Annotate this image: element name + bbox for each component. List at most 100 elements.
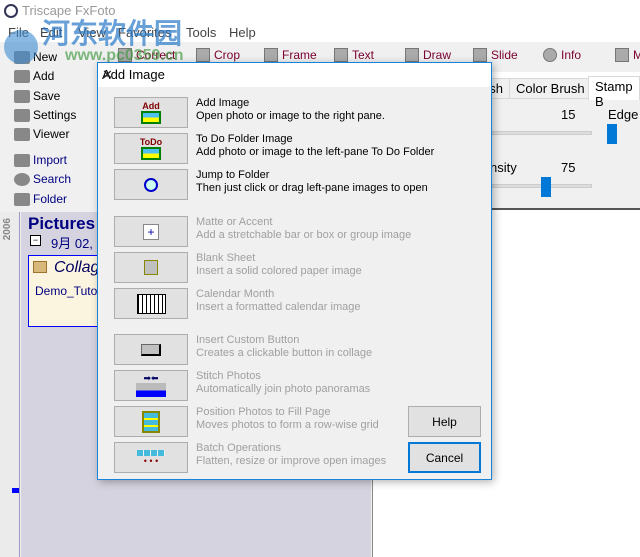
date-label: 9月 02, [51, 236, 93, 251]
size-value: 15 [561, 107, 576, 122]
blank-sheet-button[interactable] [114, 252, 188, 283]
tool-frame[interactable]: Frame [264, 48, 317, 62]
row-matte: + Matte or Accent Add a stretchable bar o… [114, 216, 484, 248]
row-title: To Do Folder Image [196, 133, 293, 145]
sidebar-settings[interactable]: Settings [14, 108, 76, 122]
matte-icon: + [143, 223, 159, 240]
tool-label: Frame [282, 48, 317, 62]
row-title: Add Image [196, 97, 250, 109]
frame-icon [264, 48, 278, 62]
collapse-toggle[interactable]: − [30, 235, 41, 246]
density-slider-thumb[interactable] [541, 177, 551, 197]
sidebar-search[interactable]: Search [14, 172, 71, 186]
matte-button[interactable]: + [114, 216, 188, 247]
sidebar-viewer[interactable]: Viewer [14, 127, 69, 141]
menu-tools[interactable]: Tools [186, 25, 216, 40]
stitch-button[interactable]: ➡⬅ [114, 370, 188, 401]
binoculars-icon [14, 127, 30, 141]
pencil-icon [405, 48, 419, 62]
timeline-year: 2006 [2, 218, 13, 241]
row-desc: Insert a formatted calendar image [196, 301, 361, 313]
sidebar-label: Settings [33, 108, 77, 122]
tool-text[interactable]: Text [334, 48, 374, 62]
watermark-logo [4, 30, 38, 64]
tool-more[interactable]: M [615, 48, 640, 62]
density-label: nsity [490, 160, 517, 175]
row-title: Stitch Photos [196, 370, 261, 382]
row-title: Matte or Accent [196, 216, 273, 228]
tool-draw[interactable]: Draw [405, 48, 451, 62]
position-button[interactable] [114, 406, 188, 437]
row-title: Batch Operations [196, 442, 281, 454]
arrows-icon: ➡⬅ [143, 373, 159, 383]
grid-icon [142, 410, 160, 433]
tool-crop[interactable]: Crop [196, 48, 240, 62]
sidebar: New Add Save Settings Viewer Import Sear… [0, 50, 95, 210]
row-calendar: Calendar Month Insert a formatted calenda… [114, 288, 484, 320]
tool-slide[interactable]: Slide [473, 48, 518, 62]
timeline-marker[interactable] [12, 488, 19, 493]
cancel-button[interactable]: Cancel [408, 442, 481, 473]
row-desc: Then just click or drag left-pane images… [196, 182, 428, 194]
info-icon [543, 48, 557, 62]
todo-label: ToDo [139, 136, 163, 147]
row-title: Calendar Month [196, 288, 275, 300]
row-desc: Moves photos to form a row-wise grid [196, 419, 379, 431]
add-label: Add [142, 100, 160, 111]
close-icon[interactable]: ✕ [102, 67, 483, 83]
tag-icon [615, 48, 629, 62]
row-desc: Add a stretchable bar or box or group im… [196, 229, 412, 241]
card-title: Collag [54, 259, 100, 276]
row-desc: Add photo or image to the left-pane To D… [196, 146, 435, 158]
row-desc: Insert a solid colored paper image [196, 265, 362, 277]
folder-icon [14, 192, 30, 206]
row-desc: Flatten, resize or improve open images [196, 455, 387, 467]
edge-slider-thumb[interactable] [607, 124, 617, 144]
sidebar-add[interactable]: Add [14, 69, 54, 83]
magnifier-icon [144, 177, 158, 192]
size-slider[interactable] [492, 131, 592, 135]
sidebar-label: Search [33, 172, 72, 186]
collage-icon [33, 261, 47, 273]
list-icon [14, 108, 30, 122]
row-stitch: ➡⬅ Stitch Photos Automatically join photo… [114, 370, 484, 402]
sidebar-label: Viewer [33, 127, 70, 141]
calendar-icon [136, 293, 166, 314]
menu-help[interactable]: Help [229, 25, 256, 40]
app-icon [4, 4, 18, 18]
custom-button-button[interactable] [114, 334, 188, 365]
jump-folder-button[interactable] [114, 169, 188, 200]
sidebar-save[interactable]: Save [14, 89, 60, 103]
row-title: Jump to Folder [196, 169, 270, 181]
card-subtitle: Demo_Tutor [35, 284, 102, 298]
calendar-button[interactable] [114, 288, 188, 319]
add-image-button[interactable]: Add [114, 97, 188, 128]
tool-label: Text [352, 48, 375, 62]
sidebar-label: Import [33, 153, 68, 167]
sidebar-import[interactable]: Import [14, 153, 67, 167]
sidebar-folder[interactable]: Folder [14, 192, 67, 206]
row-title: Insert Custom Button [196, 334, 300, 346]
density-value: 75 [561, 160, 576, 175]
row-desc: Automatically join photo panoramas [196, 383, 371, 395]
timeline[interactable] [0, 212, 20, 557]
tab-color-brush[interactable]: Color Brush [509, 78, 592, 99]
tool-label: M [633, 48, 640, 62]
row-desc: Creates a clickable button in collage [196, 347, 373, 359]
save-icon [14, 89, 30, 103]
dialog-title-bar: Add Image ✕ [98, 63, 491, 87]
collage-card[interactable]: Collag Demo_Tutor [28, 255, 108, 327]
tool-label: Info [561, 48, 582, 62]
tool-info[interactable]: Info [543, 48, 581, 62]
edge-label: Edge [608, 107, 639, 122]
sidebar-label: Folder [33, 192, 68, 206]
camera-icon [14, 153, 30, 167]
batch-button[interactable]: • • • [114, 442, 188, 473]
pictures-heading: Pictures [28, 214, 96, 233]
todo-image-button[interactable]: ToDo [114, 133, 188, 164]
sidebar-label: Save [33, 89, 61, 103]
row-title: Blank Sheet [196, 252, 256, 264]
help-button[interactable]: Help [408, 406, 481, 437]
tab-stamp-brush[interactable]: Stamp B [588, 76, 640, 109]
row-add-image: Add Add Image Open photo or image to the … [114, 97, 484, 129]
